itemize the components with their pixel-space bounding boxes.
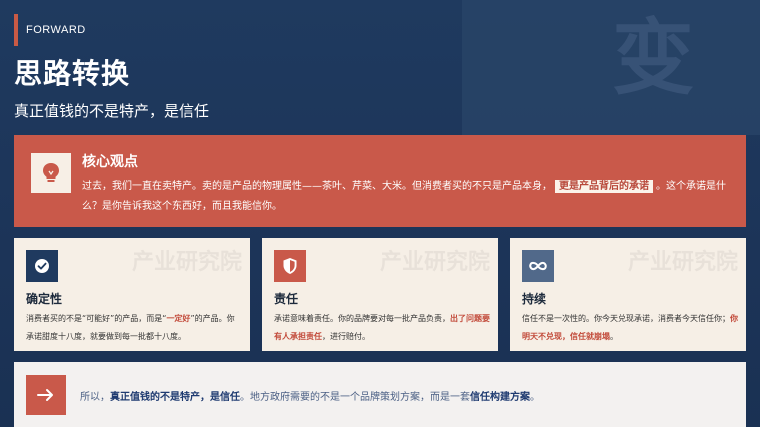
card-title: 持续	[522, 292, 547, 306]
header-decor-panel	[462, 0, 760, 135]
card-watermark: 产业研究院	[627, 250, 738, 275]
eyebrow-label: FORWARD	[14, 14, 86, 46]
core-insight-heading: 核心观点	[82, 154, 138, 170]
shield-icon	[274, 250, 306, 282]
card-watermark: 产业研究院	[379, 250, 490, 275]
card-text-part: 。	[610, 332, 618, 341]
card-text: 承诺意味着责任。你的品牌要对每一批产品负责，出了问题要有人承担责任，进行赔付。	[274, 310, 490, 346]
card-accent: 一定好	[166, 314, 191, 323]
eyebrow-text: FORWARD	[26, 24, 86, 36]
arrow-right-icon	[26, 375, 66, 415]
conclusion-text: 所以，真正值钱的不是特产，是信任。地方政府需要的不是一个品牌策划方案，而是一套信…	[80, 388, 540, 403]
card-text-part: 消费者买的不是“可能好”的产品，而是“	[26, 314, 167, 323]
card-title: 确定性	[26, 292, 63, 306]
card-continuity: 产业研究院 持续 信任不是一次性的。你今天兑现承诺，消费者今天信任你；你明天不兑…	[510, 238, 746, 351]
eyebrow-accent-bar	[14, 14, 18, 46]
card-responsibility: 产业研究院 责任 承诺意味着责任。你的品牌要对每一批产品负责，出了问题要有人承担…	[262, 238, 498, 351]
lightbulb-icon	[31, 153, 71, 193]
conclusion-accent: 真正值钱的不是特产，是信任	[110, 392, 240, 403]
card-watermark: 产业研究院	[131, 250, 242, 275]
card-text-part: 承诺意味着责任。你的品牌要对每一批产品负责，	[274, 314, 450, 323]
conclusion-text-part: 。	[530, 392, 540, 403]
page-subtitle: 真正值钱的不是特产，是信任	[14, 102, 210, 120]
watermark-character: 变	[612, 11, 695, 106]
core-insight-panel: 核心观点 过去，我们一直在卖特产。卖的是产品的物理属性——茶叶、芹菜、大米。但消…	[14, 135, 746, 227]
core-highlight: 更是产品背后的承诺	[555, 180, 653, 193]
card-text-part: ，进行赔付。	[322, 332, 370, 341]
card-text-part: 信任不是一次性的。你今天兑现承诺，消费者今天信任你；	[522, 314, 730, 323]
core-text-part: 过去，我们一直在卖特产。卖的是产品的物理属性——茶叶、芹菜、大米。但消费者买的不…	[82, 181, 552, 192]
core-insight-text: 过去，我们一直在卖特产。卖的是产品的物理属性——茶叶、芹菜、大米。但消费者买的不…	[82, 177, 732, 217]
conclusion-text-part: 。地方政府需要的不是一个品牌策划方案，而是一套	[240, 392, 470, 403]
infinity-icon	[522, 250, 554, 282]
check-circle-icon	[26, 250, 58, 282]
card-title: 责任	[274, 292, 299, 306]
card-text: 消费者买的不是“可能好”的产品，而是“一定好”的产品。你承诺甜度十八度，就要做到…	[26, 310, 242, 346]
page-title: 思路转换	[14, 57, 131, 90]
card-text: 信任不是一次性的。你今天兑现承诺，消费者今天信任你；你明天不兑现，信任就崩塌。	[522, 310, 738, 346]
conclusion-accent: 信任构建方案	[470, 392, 530, 403]
conclusion-text-part: 所以，	[80, 392, 110, 403]
card-certainty: 产业研究院 确定性 消费者买的不是“可能好”的产品，而是“一定好”的产品。你承诺…	[14, 238, 250, 351]
conclusion-panel: 所以，真正值钱的不是特产，是信任。地方政府需要的不是一个品牌策划方案，而是一套信…	[14, 362, 746, 427]
